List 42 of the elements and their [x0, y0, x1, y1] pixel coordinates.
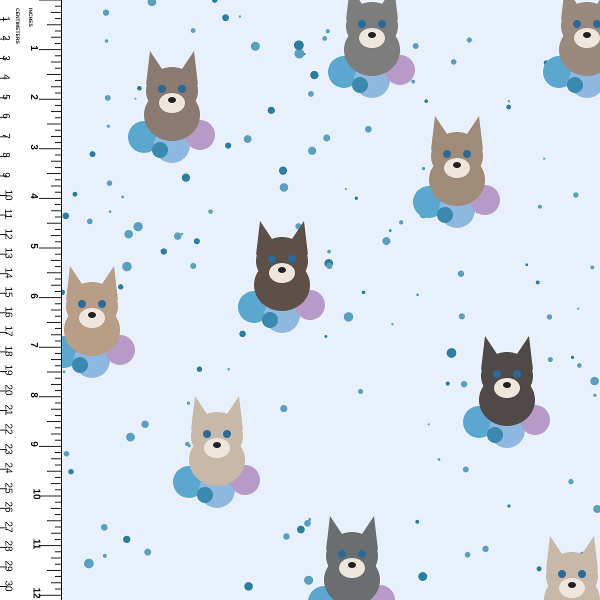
inch-number: 7: [28, 342, 38, 348]
centimeter-number: 12: [2, 228, 13, 240]
inch-number: 12: [30, 588, 41, 599]
centimeter-number: 15: [2, 286, 13, 298]
centimeter-number: 14: [2, 267, 13, 278]
inch-number: 8: [28, 392, 38, 398]
inch-number: 1: [28, 44, 38, 50]
centimeter-number: 30: [2, 580, 13, 592]
centimeter-number: 1: [0, 16, 10, 22]
centimeter-number: 19: [2, 364, 13, 376]
centimeter-number: 10: [2, 188, 13, 200]
centimeter-number: 8: [0, 152, 10, 158]
centimeter-number: 9: [0, 172, 10, 178]
centimeter-number: 2: [0, 35, 10, 41]
centimeter-number: 25: [2, 482, 13, 494]
inch-number: 9: [28, 442, 38, 448]
inch-number: 3: [28, 144, 38, 150]
centimeter-number: 21: [2, 404, 13, 416]
centimeter-number: 11: [2, 208, 12, 220]
centimeter-number: 18: [2, 345, 13, 356]
centimeter-number: 7: [0, 133, 10, 139]
inch-number: 4: [28, 194, 38, 200]
inch-number: 10: [30, 488, 41, 500]
centimeter-number: 23: [2, 443, 13, 454]
centimeter-number: 16: [2, 306, 13, 318]
centimeter-number: 22: [2, 424, 13, 435]
centimeter-number: 5: [0, 94, 10, 100]
inch-number: 6: [28, 292, 38, 298]
centimeter-number: 20: [2, 384, 13, 396]
centimeter-number: 3: [0, 54, 10, 60]
centimeter-number: 4: [0, 74, 10, 80]
inch-number: 11: [30, 538, 40, 549]
centimeter-number: 17: [2, 326, 13, 337]
centimeter-number: 29: [2, 560, 13, 572]
centimeter-number: 13: [2, 248, 13, 259]
centimeter-number: 24: [2, 462, 13, 474]
centimeter-number: 6: [0, 114, 10, 120]
centimeter-number: 26: [2, 502, 13, 513]
inch-number: 5: [28, 243, 38, 249]
centimeter-number: 28: [2, 540, 13, 552]
centimeter-number: 27: [2, 521, 13, 532]
inch-number: 2: [28, 94, 38, 100]
